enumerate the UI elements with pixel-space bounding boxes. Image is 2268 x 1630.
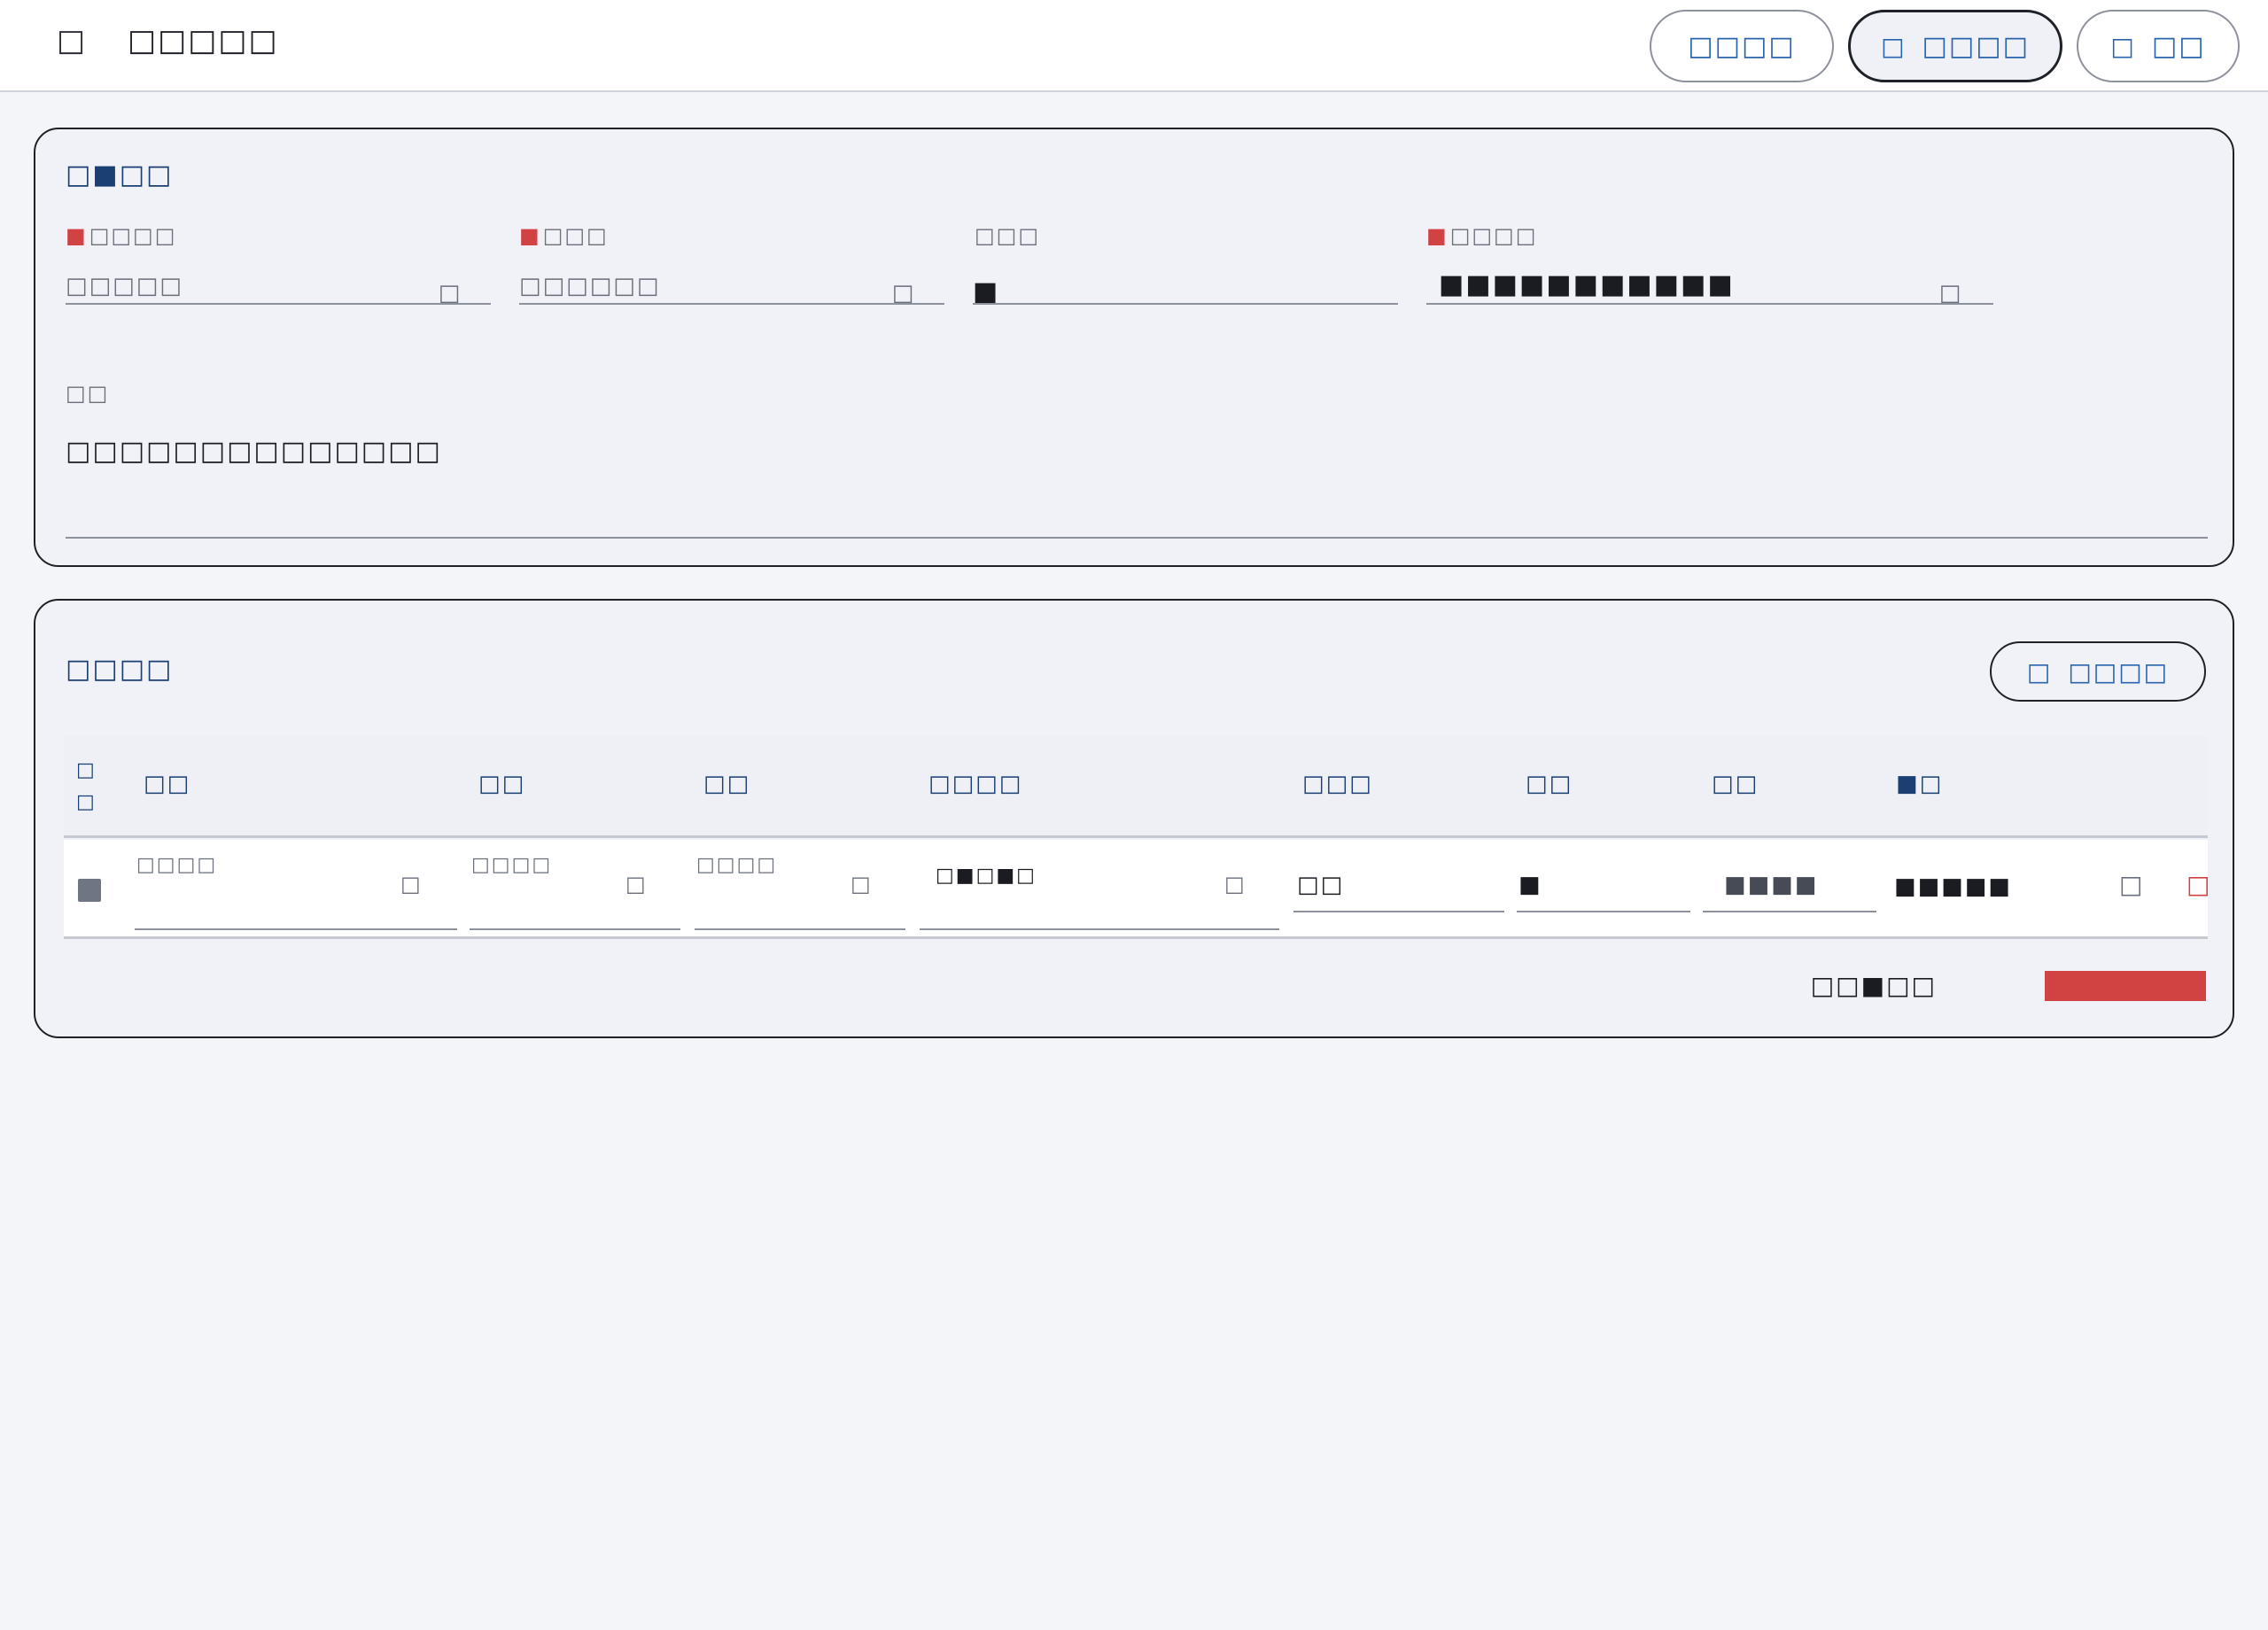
cell-underline bbox=[135, 928, 457, 930]
cell-underline bbox=[1293, 911, 1504, 912]
form-section-title: □■□□ bbox=[66, 159, 174, 190]
form-card: □■□□ ■□□□□ □□□□□ □ ■□□□ □□□□□□ □ □□□ ■ ■… bbox=[34, 128, 2234, 567]
cell-underline bbox=[470, 928, 680, 930]
dropdown-icon[interactable]: □ bbox=[1224, 872, 1245, 896]
app-header: □ □□□□□ □□□□ □ □□□□ □ □□ bbox=[0, 0, 2268, 92]
header-button-3-icon: □ bbox=[2110, 31, 2136, 61]
dropdown-icon[interactable]: □ bbox=[625, 872, 646, 896]
edit-icon[interactable]: □ bbox=[2119, 870, 2142, 899]
total-value-bar bbox=[2045, 971, 2206, 1001]
note-field-value: □□□□□□□□□□□□□□ bbox=[66, 436, 442, 467]
row-cell-6[interactable]: ■ bbox=[1517, 840, 1690, 914]
column-header[interactable]: □□ bbox=[478, 771, 525, 797]
form-field-1[interactable]: ■□□□□ □□□□□ □ bbox=[66, 223, 491, 307]
row-cell-7[interactable]: ■■■■ bbox=[1703, 840, 1876, 914]
column-header[interactable]: □□ bbox=[1526, 771, 1573, 797]
add-row-button[interactable]: □ □□□□ bbox=[1990, 641, 2206, 702]
cell-underline bbox=[1703, 911, 1876, 912]
form-field-4-value: ■■■■■■■■■■■ bbox=[1439, 269, 1735, 300]
column-header[interactable]: □□ bbox=[144, 771, 190, 797]
row-checkbox[interactable] bbox=[78, 879, 101, 902]
cell-value: ■ bbox=[1518, 872, 1542, 898]
field-underline bbox=[519, 303, 944, 305]
header-button-2[interactable]: □ □□□□ bbox=[1848, 10, 2062, 82]
cell-value: ■■■■ bbox=[1724, 872, 1819, 898]
form-field-2-label: ■□□□ bbox=[519, 223, 609, 248]
row-cell-3[interactable]: □□□□ □ bbox=[695, 840, 905, 932]
menu-icon[interactable]: □ bbox=[55, 25, 87, 57]
column-header[interactable]: □□ bbox=[1712, 771, 1759, 797]
form-field-4-label: ■□□□□ bbox=[1426, 223, 1538, 248]
form-field-3-label: □□□ bbox=[975, 223, 1041, 248]
table-card: □□□□ □ □□□□ □ □ □□ □□ □□ □□□□ □□□ □□ □□ … bbox=[34, 599, 2234, 1038]
add-row-button-label: □□□□ bbox=[2068, 656, 2170, 687]
column-header[interactable]: □□□ bbox=[1302, 771, 1373, 797]
form-field-3[interactable]: □□□ ■ bbox=[973, 223, 1398, 307]
page-title: □□□□□ bbox=[128, 23, 279, 58]
header-button-1-label: □□□□ bbox=[1688, 30, 1796, 62]
cell-placeholder: □□□□ bbox=[136, 854, 218, 876]
row-cell-5[interactable]: □□ bbox=[1293, 840, 1504, 914]
field-underline bbox=[66, 537, 2208, 539]
table-header: □ □ □□ □□ □□ □□□□ □□□ □□ □□ ■□ bbox=[64, 735, 2208, 838]
header-button-3[interactable]: □ □□ bbox=[2077, 10, 2240, 82]
dropdown-icon[interactable]: □ bbox=[850, 872, 871, 896]
dropdown-icon[interactable]: □ bbox=[400, 872, 421, 896]
cell-placeholder: □□□□ bbox=[471, 854, 553, 876]
cell-value: □■□■□ bbox=[936, 865, 1037, 887]
form-field-4[interactable]: ■□□□□ ■■■■■■■■■■■ □ bbox=[1426, 223, 1993, 307]
form-field-1-placeholder: □□□□□ bbox=[66, 273, 183, 299]
column-header[interactable]: ■□ bbox=[1896, 771, 1943, 797]
field-underline bbox=[1426, 303, 1993, 305]
row-cell-2[interactable]: □□□□ □ bbox=[470, 840, 680, 932]
table-section-title: □□□□ bbox=[66, 654, 174, 685]
column-header[interactable]: □□ bbox=[703, 771, 750, 797]
note-field-label: □□ bbox=[66, 381, 110, 406]
table-row: □□□□ □ □□□□ □ □□□□ □ □■□■□ □ □□ ■ ■■■■ ■… bbox=[64, 840, 2210, 939]
row-cell-8: ■■■■■ bbox=[1892, 840, 2052, 932]
header-button-1[interactable]: □□□□ bbox=[1650, 10, 1834, 82]
cell-underline bbox=[1517, 911, 1690, 912]
field-underline bbox=[973, 303, 1398, 305]
form-field-2[interactable]: ■□□□ □□□□□□ □ bbox=[519, 223, 944, 307]
total-label: □□■□□ bbox=[1810, 971, 1937, 1000]
cell-placeholder: □□□□ bbox=[696, 854, 778, 876]
cell-value: □□ bbox=[1297, 872, 1345, 898]
row-cell-1[interactable]: □□□□ □ bbox=[135, 840, 457, 932]
form-field-1-label: ■□□□□ bbox=[66, 223, 177, 248]
note-field[interactable]: □□ □□□□□□□□□□□□□□ bbox=[66, 381, 2208, 544]
delete-icon[interactable]: □ bbox=[2186, 870, 2210, 899]
header-button-2-label: □□□□ bbox=[1922, 30, 2030, 62]
header-button-2-icon: □ bbox=[1881, 31, 1907, 61]
select-all-checkbox[interactable]: □ □ bbox=[76, 755, 103, 819]
cell-underline bbox=[920, 928, 1279, 930]
form-field-2-placeholder: □□□□□□ bbox=[519, 273, 661, 299]
field-underline bbox=[66, 303, 491, 305]
cell-underline bbox=[695, 928, 905, 930]
add-icon: □ bbox=[2026, 656, 2053, 687]
cell-value: ■■■■■ bbox=[1894, 873, 2012, 900]
column-header[interactable]: □□□□ bbox=[928, 771, 1022, 797]
header-button-3-label: □□ bbox=[2151, 30, 2206, 62]
row-cell-4[interactable]: □■□■□ □ bbox=[920, 840, 1279, 932]
